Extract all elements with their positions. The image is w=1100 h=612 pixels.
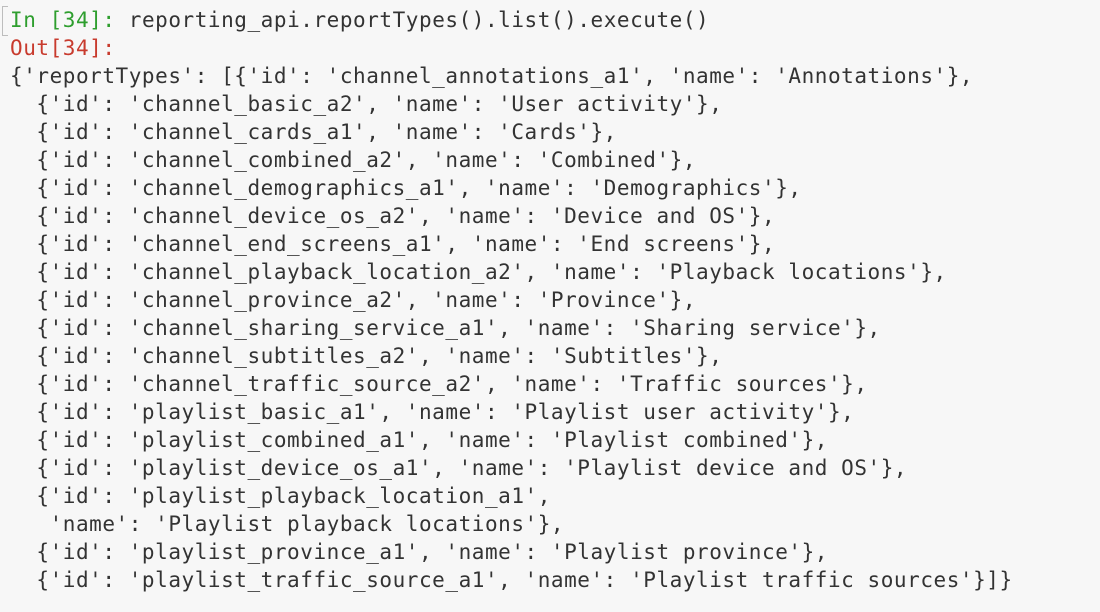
in-prompt: In [34]: [10, 8, 116, 32]
output-line: {'id': 'channel_basic_a2', 'name': 'User… [10, 92, 723, 116]
output-line: {'id': 'channel_playback_location_a2', '… [10, 260, 947, 284]
cell-bracket [2, 6, 8, 36]
output-line: {'id': 'channel_demographics_a1', 'name'… [10, 176, 802, 200]
out-prompt: Out[34]: [10, 36, 116, 60]
input-line[interactable]: In [34]: reporting_api.reportTypes().lis… [10, 6, 709, 34]
output-line: {'id': 'channel_device_os_a2', 'name': '… [10, 204, 776, 228]
output-line: {'id': 'playlist_playback_location_a1', [10, 484, 551, 508]
output-line: {'reportTypes': [{'id': 'channel_annotat… [10, 64, 974, 88]
output-line: {'id': 'channel_cards_a1', 'name': 'Card… [10, 120, 617, 144]
output-line: {'id': 'playlist_basic_a1', 'name': 'Pla… [10, 400, 855, 424]
output-line: {'id': 'playlist_province_a1', 'name': '… [10, 540, 828, 564]
output-line: {'id': 'channel_traffic_source_a2', 'nam… [10, 372, 868, 396]
output-line: {'id': 'channel_province_a2', 'name': 'P… [10, 288, 697, 312]
output-line: {'id': 'channel_end_screens_a1', 'name':… [10, 232, 776, 256]
output-line: {'id': 'playlist_traffic_source_a1', 'na… [10, 568, 1013, 592]
output-line: {'id': 'channel_sharing_service_a1', 'na… [10, 316, 881, 340]
output-line: 'name': 'Playlist playback locations'}, [10, 512, 565, 536]
notebook-cell: In [34]: reporting_api.reportTypes().lis… [0, 0, 1100, 612]
output-line: {'id': 'playlist_combined_a1', 'name': '… [10, 428, 828, 452]
code-input[interactable]: reporting_api.reportTypes().list().execu… [129, 8, 710, 32]
output-line: {'id': 'playlist_device_os_a1', 'name': … [10, 456, 908, 480]
output-line: {'id': 'channel_subtitles_a2', 'name': '… [10, 344, 723, 368]
output-line: {'id': 'channel_combined_a2', 'name': 'C… [10, 148, 697, 172]
